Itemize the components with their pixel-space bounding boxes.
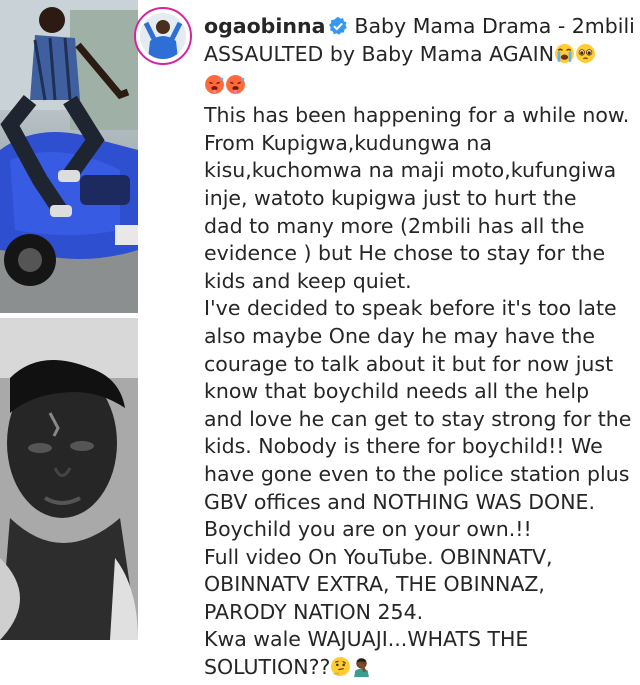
loudly-crying-face-icon (554, 43, 575, 72)
photo-injured-man-bw (0, 318, 138, 640)
verified-badge-icon (328, 15, 348, 44)
caption-line: Full video On YouTube. OBINNATV, (204, 544, 553, 569)
hot-face-icon (225, 74, 246, 103)
caption-line: Boychild you are on your own.!! (204, 517, 532, 542)
man-facepalming-icon (351, 656, 372, 685)
caption-line: know that boychild needs all the help (204, 379, 590, 404)
profile-avatar[interactable] (134, 7, 192, 65)
caption-line: kisu,kuchomwa na maji moto,kufungiwa (204, 158, 617, 183)
photo-man-on-blue-car-illustration (0, 0, 138, 313)
caption-emoji-line (204, 72, 636, 103)
caption-line: kids. Nobody is there for boychild!! We (204, 434, 603, 459)
post-photos (0, 0, 138, 640)
caption-line: SOLUTION?? (204, 654, 636, 685)
photo-man-on-blue-car (0, 0, 138, 313)
caption-line: From Kupigwa,kudungwa na (204, 130, 492, 155)
caption-line: have gone even to the police station plu… (204, 461, 630, 486)
caption-line: I've decided to speak before it's too la… (204, 296, 617, 321)
avatar-image (140, 13, 186, 59)
caption-line: also maybe One day he may have the (204, 323, 596, 348)
caption-line: evidence ) but He chose to stay for the (204, 241, 606, 266)
caption-line: dad to many more (2mbili has all the (204, 213, 585, 238)
pleading-face-icon (575, 43, 596, 72)
caption-line: GBV offices and NOTHING WAS DONE. (204, 489, 596, 514)
caption-line: courage to talk about it but for now jus… (204, 351, 614, 376)
thinking-face-icon (330, 656, 351, 685)
caption-line: OBINNATV EXTRA, THE OBINNAZ, (204, 572, 545, 597)
hot-face-icon (204, 74, 225, 103)
post-header: ogaobinna Baby Mama Drama - 2mbili (204, 12, 635, 44)
caption-line: This has been happening for a while now. (204, 103, 630, 128)
caption-line: inje, watoto kupigwa just to hurt the (204, 185, 577, 210)
caption-line: ASSAULTED by Baby Mama AGAIN (204, 41, 636, 72)
caption-line: kids and keep quiet. (204, 268, 412, 293)
caption-line: Kwa wale WAJUAJI...WHATS THE (204, 627, 529, 652)
post-caption: ASSAULTED by Baby Mama AGAIN This has be… (204, 41, 636, 685)
username-link[interactable]: ogaobinna (204, 14, 325, 38)
caption-line: and love he can get to stay strong for t… (204, 406, 632, 431)
photo-injured-man-illustration (0, 318, 138, 640)
avatar-person-illustration (140, 13, 186, 59)
post-headline: Baby Mama Drama - 2mbili (354, 14, 635, 38)
caption-line: PARODY NATION 254. (204, 599, 424, 624)
